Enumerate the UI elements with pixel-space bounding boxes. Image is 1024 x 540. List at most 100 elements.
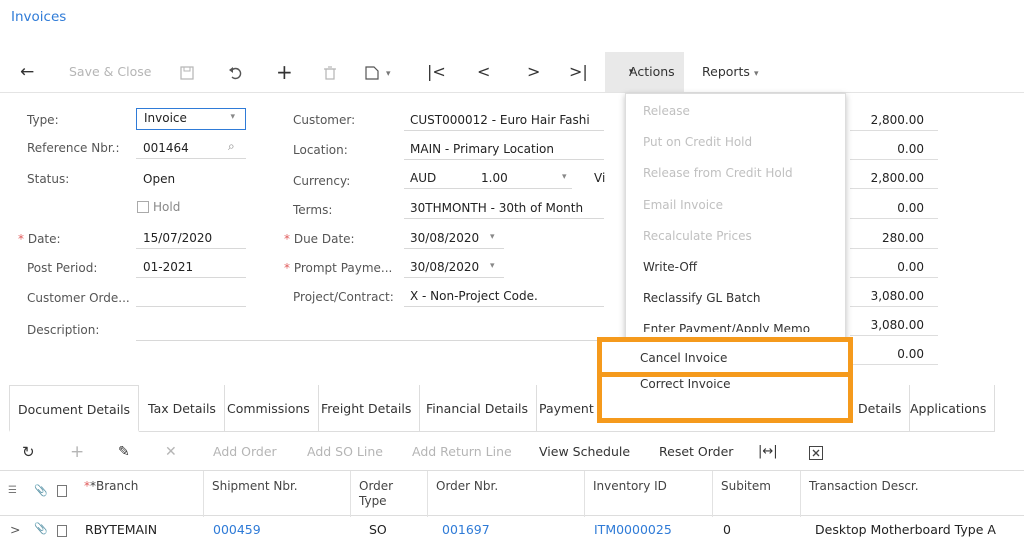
add-order-button[interactable]: Add Order <box>213 438 277 466</box>
copy-paste-icon[interactable]: ▾ <box>365 52 391 92</box>
hold-checkbox[interactable] <box>137 201 149 213</box>
tab-freight-details[interactable]: Freight Details <box>313 385 421 432</box>
undo-icon[interactable] <box>228 52 244 92</box>
summary-value: 3,080.00 <box>870 289 924 303</box>
summary-value: 0.00 <box>897 260 924 274</box>
column-header-inventory-id[interactable]: Inventory ID <box>585 471 713 517</box>
reports-label: Reports <box>702 64 750 79</box>
cell-subitem[interactable]: 0 <box>723 522 731 537</box>
date-input[interactable]: 15/07/2020 <box>143 228 212 248</box>
file-icon[interactable] <box>57 525 67 537</box>
tab-financial-details[interactable]: Financial Details <box>418 385 538 432</box>
description-underline <box>136 340 601 341</box>
date-label: * Date: <box>18 232 61 246</box>
cell-branch[interactable]: RBYTEMAIN <box>85 522 157 537</box>
tab-commissions[interactable]: Commissions <box>219 385 319 432</box>
view-schedule-button[interactable]: View Schedule <box>539 438 630 466</box>
menu-item-release-from-credit-hold[interactable]: Release from Credit Hold <box>643 163 793 183</box>
menu-item-enter-payment[interactable]: Enter Payment/Apply Memo <box>643 319 810 332</box>
arrow-left-icon[interactable]: ← <box>20 52 34 92</box>
page-title: Invoices <box>11 9 67 25</box>
reset-order-button[interactable]: Reset Order <box>659 438 733 466</box>
table-row[interactable]: > 📎 RBYTEMAIN 000459 SO 001697 ITM000002… <box>0 517 1024 540</box>
reports-button[interactable]: Reports ▾ <box>702 52 758 92</box>
field-underline <box>850 130 938 131</box>
project-contract-label: Project/Contract: <box>293 290 394 304</box>
search-icon[interactable]: ⌕ <box>228 139 235 154</box>
notes-icon[interactable]: ☰ <box>8 485 17 496</box>
column-header-order-type[interactable]: Order Type <box>351 471 428 517</box>
menu-item-put-on-credit-hold[interactable]: Put on Credit Hold <box>643 132 752 152</box>
menu-item-write-off[interactable]: Write-Off <box>643 257 697 277</box>
add-return-line-button[interactable]: Add Return Line <box>412 438 512 466</box>
location-input[interactable]: MAIN - Primary Location <box>410 139 554 159</box>
delete-icon[interactable] <box>324 52 336 92</box>
menu-item-recalculate-prices[interactable]: Recalculate Prices <box>643 226 752 246</box>
tab-tax-details[interactable]: Tax Details <box>140 385 225 432</box>
chevron-right-icon[interactable]: > <box>10 522 20 537</box>
field-underline <box>850 306 938 307</box>
save-close-button[interactable]: Save & Close <box>69 52 151 92</box>
cell-transaction-descr[interactable]: Desktop Motherboard Type A <box>815 522 996 537</box>
cell-shipment-nbr[interactable]: 000459 <box>213 522 261 537</box>
column-header-order-nbr[interactable]: Order Nbr. <box>428 471 585 517</box>
project-contract-input[interactable]: X - Non-Project Code. <box>410 286 538 306</box>
delete-row-icon[interactable]: ✕ <box>165 438 177 466</box>
summary-value: 0.00 <box>897 347 924 361</box>
column-header-shipment-nbr[interactable]: Shipment Nbr. <box>204 471 351 517</box>
reference-nbr-input[interactable]: 001464 <box>143 138 189 158</box>
customer-input[interactable]: CUST000012 - Euro Hair Fashi <box>410 110 597 130</box>
tab-details[interactable]: Details <box>848 385 911 432</box>
first-record-icon[interactable]: |< <box>427 52 446 92</box>
due-date-label: * Due Date: <box>284 232 355 246</box>
tab-payment[interactable]: Payment <box>531 385 602 432</box>
description-label: Description: <box>27 323 100 337</box>
cell-order-type[interactable]: SO <box>369 522 387 537</box>
currency-rate[interactable]: 1.00 <box>481 168 508 188</box>
last-record-icon[interactable]: >| <box>569 52 588 92</box>
next-record-icon[interactable]: > <box>527 52 540 92</box>
prompt-payment-input[interactable]: 30/08/2020 <box>410 257 479 277</box>
add-so-line-button[interactable]: Add SO Line <box>307 438 383 466</box>
currency-code[interactable]: AUD <box>410 168 436 188</box>
add-row-icon[interactable]: + <box>70 438 84 466</box>
terms-label: Terms: <box>293 203 333 217</box>
edit-icon[interactable]: ✎ <box>118 438 130 466</box>
chevron-down-icon: ▾ <box>490 232 495 242</box>
tab-document-details[interactable]: Document Details <box>9 385 140 432</box>
cell-order-nbr[interactable]: 001697 <box>442 522 490 537</box>
add-icon[interactable]: + <box>276 52 293 92</box>
menu-item-email-invoice[interactable]: Email Invoice <box>643 195 723 215</box>
column-header-subitem[interactable]: Subitem <box>713 471 801 517</box>
export-excel-icon[interactable] <box>809 438 823 466</box>
previous-record-icon[interactable]: < <box>477 52 490 92</box>
type-select[interactable]: Invoice ▾ <box>136 108 246 130</box>
menu-item-release[interactable]: Release <box>643 101 690 121</box>
menu-item-cancel-invoice[interactable]: Cancel Invoice <box>640 351 727 365</box>
attachment-icon[interactable]: 📎 <box>34 522 48 535</box>
actions-button[interactable]: Actions ▾ <box>605 52 684 92</box>
field-underline <box>850 364 938 365</box>
column-header-transaction-descr[interactable]: Transaction Descr. <box>801 471 1024 517</box>
post-period-input[interactable]: 01-2021 <box>143 257 193 277</box>
view-base-link[interactable]: Vi <box>594 168 605 188</box>
save-icon[interactable] <box>180 52 194 92</box>
due-date-input[interactable]: 30/08/2020 <box>410 228 479 248</box>
terms-input[interactable]: 30THMONTH - 30th of Month <box>410 198 583 218</box>
file-icon[interactable] <box>57 485 67 497</box>
field-underline <box>850 335 938 336</box>
fit-columns-icon[interactable]: |↔| <box>758 438 778 466</box>
field-underline <box>136 248 246 249</box>
cell-inventory-id[interactable]: ITM0000025 <box>594 522 672 537</box>
attachment-icon[interactable]: 📎 <box>34 484 48 497</box>
field-underline <box>850 248 938 249</box>
field-underline <box>404 218 604 219</box>
post-period-label: Post Period: <box>27 261 98 275</box>
currency-label: Currency: <box>293 174 351 188</box>
refresh-icon[interactable]: ↻ <box>22 438 35 466</box>
menu-item-correct-invoice[interactable]: Correct Invoice <box>640 379 731 391</box>
field-underline <box>404 306 604 307</box>
tab-applications[interactable]: Applications <box>902 385 996 432</box>
menu-item-reclassify-gl-batch[interactable]: Reclassify GL Batch <box>643 288 761 308</box>
chevron-down-icon: ▾ <box>562 172 567 182</box>
